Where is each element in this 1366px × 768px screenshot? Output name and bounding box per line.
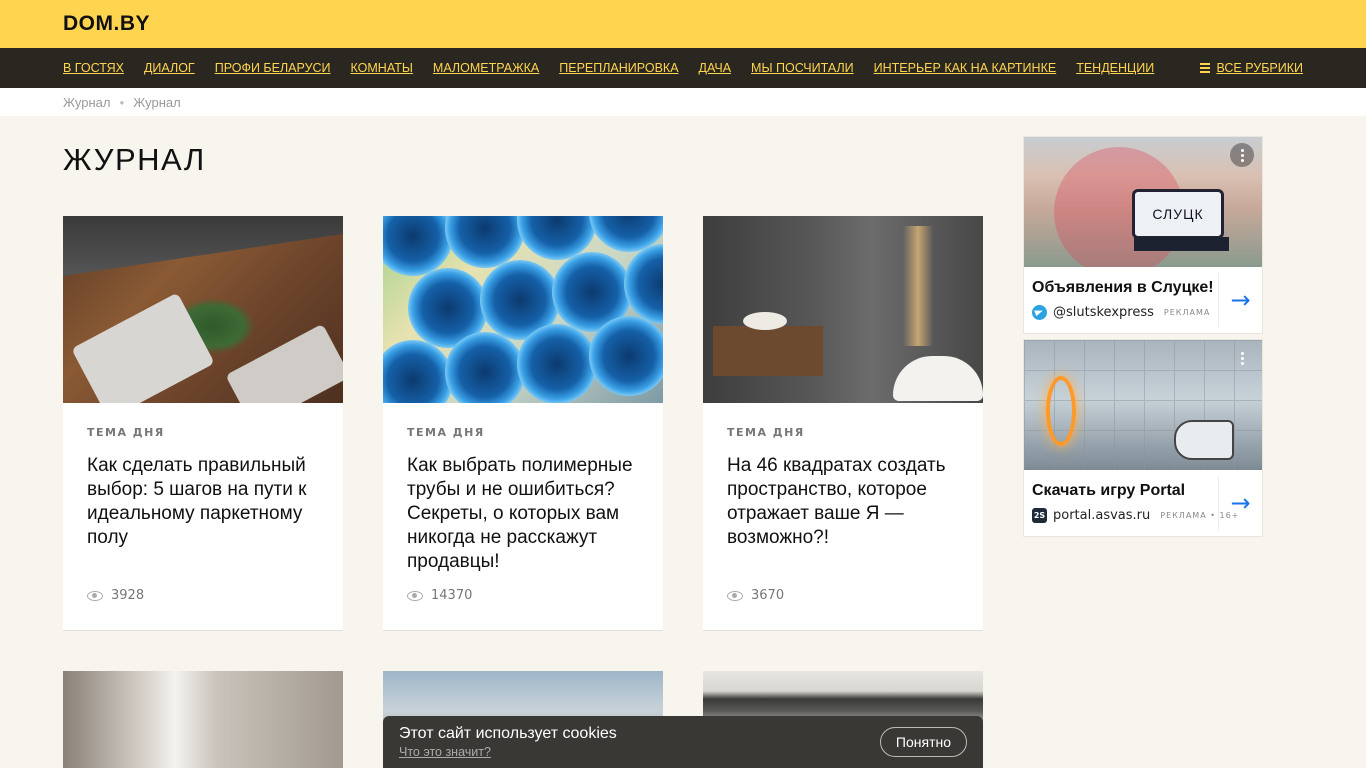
ad-image[interactable] [1024,340,1262,470]
menu-icon [1200,63,1211,73]
eye-icon [87,590,103,601]
ad-body[interactable]: Скачать игру Portal 2S portal.asvas.ru Р… [1024,470,1262,536]
breadcrumb-current: Журнал [133,94,181,110]
arrow-right-icon[interactable]: → [1218,476,1262,530]
ad-source: @slutskexpress РЕКЛАМА [1032,305,1210,320]
ad-label: РЕКЛАМА [1163,308,1211,317]
ad-body[interactable]: Объявления в Слуцке! @slutskexpress РЕКЛ… [1024,267,1262,333]
ad-source-name: @slutskexpress [1053,305,1154,320]
nav-item-interer[interactable]: ИНТЕРЬЕР КАК НА КАРТИНКЕ [874,61,1057,75]
more-options-icon[interactable] [1230,346,1254,370]
ad-source-name: portal.asvas.ru [1053,508,1151,523]
arrow-right-icon[interactable]: → [1218,273,1262,327]
nav-item-dacha[interactable]: ДАЧА [699,61,732,75]
eye-icon [727,590,743,601]
ad-title[interactable]: Объявления в Слуцке! [1032,279,1214,297]
article-title[interactable]: Как выбрать полимерные трубы и не ошибит… [407,454,647,574]
more-options-icon[interactable] [1230,143,1254,167]
cookie-info-link[interactable]: Что это значит? [399,745,491,759]
article-views: 3670 [727,588,784,603]
telegram-icon [1032,305,1047,320]
all-rubrics-label: ВСЕ РУБРИКИ [1216,61,1303,75]
cookie-accept-button[interactable]: Понятно [879,727,967,757]
nav-item-profi[interactable]: ПРОФИ БЕЛАРУСИ [215,61,331,75]
breadcrumb-item[interactable]: Журнал [63,95,110,110]
cookie-message: Этот сайт использует cookies [399,725,617,742]
nav-item-dialog[interactable]: ДИАЛОГ [144,61,195,75]
article-image[interactable] [383,216,663,403]
ad-card[interactable]: Скачать игру Portal 2S portal.asvas.ru Р… [1023,339,1263,537]
eye-icon [407,590,423,601]
article-image[interactable] [703,216,983,403]
page-title: ЖУРНАЛ [63,142,206,177]
article-card[interactable]: ТЕМА ДНЯ Как сделать правильный выбор: 5… [63,216,343,631]
article-views: 14370 [407,588,472,603]
article-tag[interactable]: ТЕМА ДНЯ [727,426,805,439]
cookie-banner: Этот сайт использует cookies Что это зна… [383,716,983,768]
ad-card[interactable]: СЛУЦК Объявления в Слуцке! @slutskexpres… [1023,136,1263,334]
all-rubrics-button[interactable]: ВСЕ РУБРИКИ [1200,48,1303,88]
nav-item-pereplanirovka[interactable]: ПЕРЕПЛАНИРОВКА [559,61,678,75]
ad-image[interactable]: СЛУЦК [1024,137,1262,267]
site-logo[interactable]: DOM.BY [63,12,150,36]
article-tag[interactable]: ТЕМА ДНЯ [87,426,165,439]
breadcrumb: Журнал ● Журнал [0,88,1366,116]
views-count: 14370 [431,588,473,603]
article-title[interactable]: Как сделать правильный выбор: 5 шагов на… [87,454,327,550]
main-nav: В ГОСТЯХ ДИАЛОГ ПРОФИ БЕЛАРУСИ КОМНАТЫ М… [0,48,1366,88]
site-header: DOM.BY [0,0,1366,48]
site-icon: 2S [1032,508,1047,523]
views-count: 3928 [111,588,145,603]
breadcrumb-separator: ● [119,97,125,107]
article-tag[interactable]: ТЕМА ДНЯ [407,426,485,439]
ad-title[interactable]: Скачать игру Portal [1032,482,1185,500]
article-image[interactable] [63,671,343,768]
ad-source: 2S portal.asvas.ru РЕКЛАМА • 16+ [1032,508,1239,523]
article-image[interactable] [63,216,343,403]
article-title[interactable]: На 46 квадратах создать пространство, ко… [727,454,967,550]
nav-item-komnaty[interactable]: КОМНАТЫ [351,61,413,75]
nav-item-my-poschitali[interactable]: МЫ ПОСЧИТАЛИ [751,61,854,75]
nav-item-v-gostyah[interactable]: В ГОСТЯХ [63,61,124,75]
article-views: 3928 [87,588,144,603]
nav-item-malometrazhka[interactable]: МАЛОМЕТРАЖКА [433,61,539,75]
ad-image-sign: СЛУЦК [1132,189,1224,239]
views-count: 3670 [751,588,785,603]
article-card[interactable]: ТЕМА ДНЯ На 46 квадратах создать простра… [703,216,983,631]
article-card[interactable]: ТЕМА ДНЯ Как выбрать полимерные трубы и … [383,216,663,631]
nav-item-tendencii[interactable]: ТЕНДЕНЦИИ [1076,61,1154,75]
